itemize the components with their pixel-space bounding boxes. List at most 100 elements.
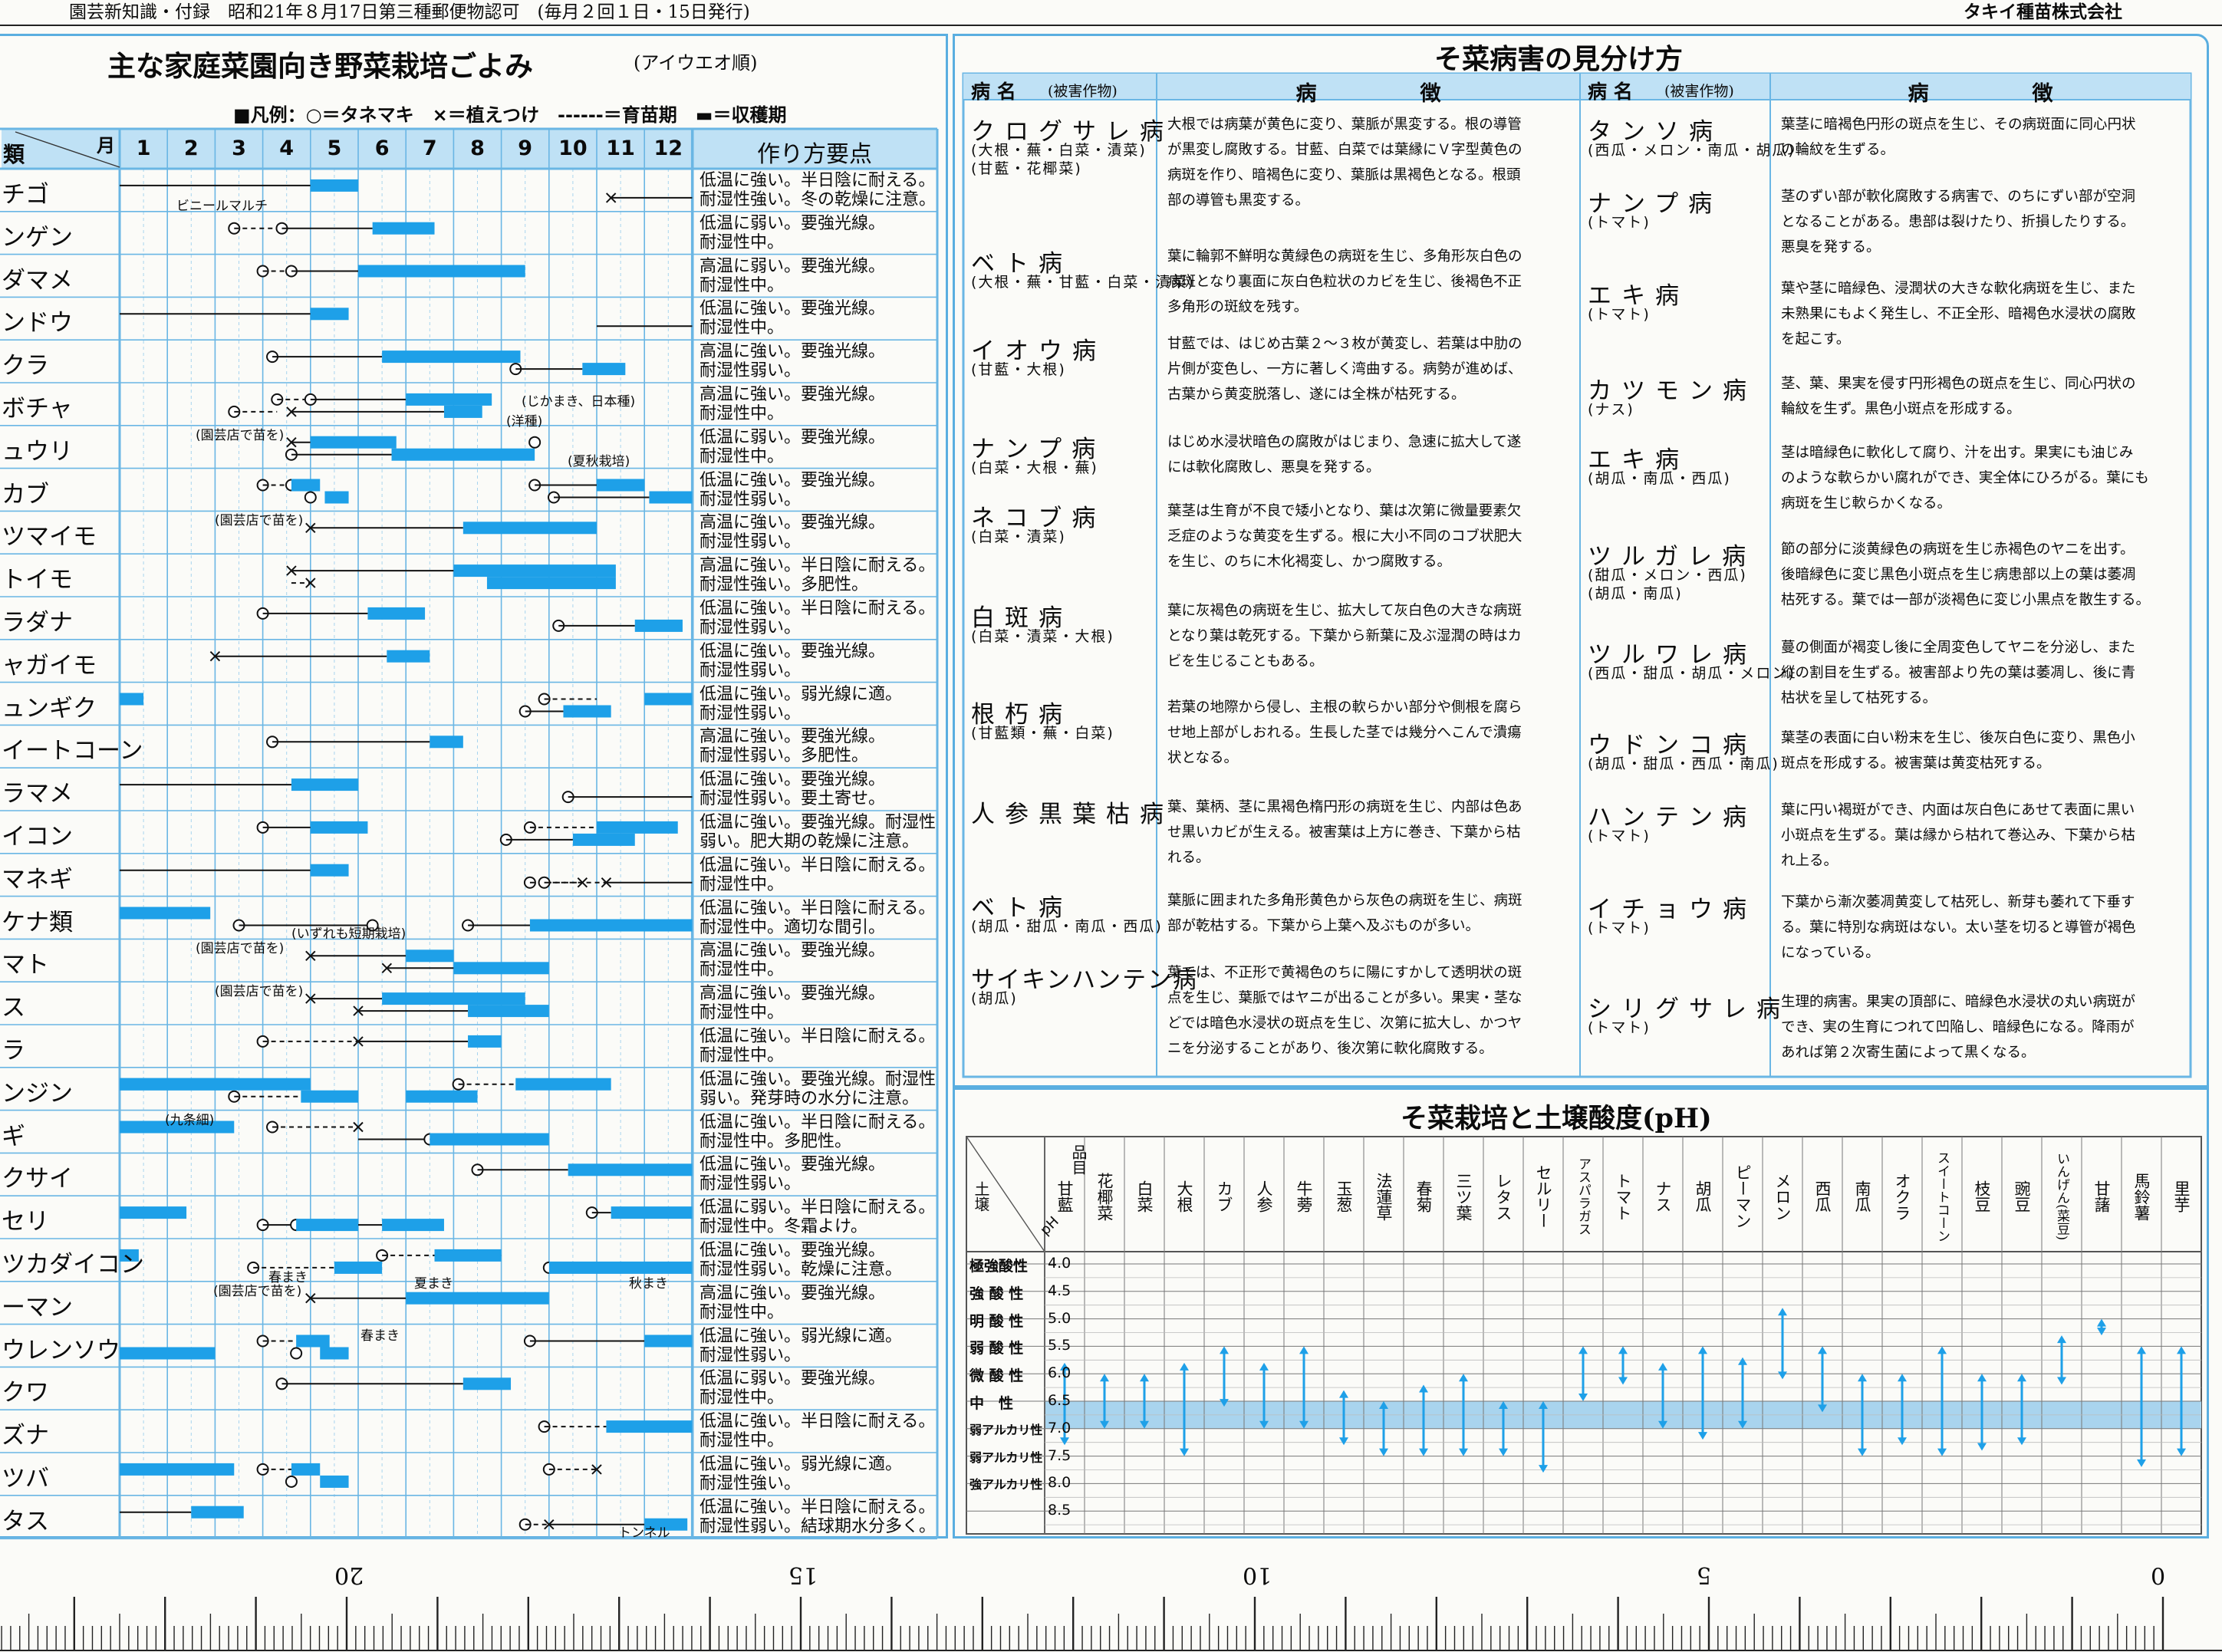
ph-range-arrow-low — [1937, 1346, 1947, 1354]
ph-range-arrow-high — [2137, 1459, 2146, 1467]
ph-range-arrow-high — [1419, 1448, 1428, 1456]
crop-name: ピーマン — [1733, 1164, 1752, 1229]
ph-range-arrow-high — [1180, 1448, 1189, 1456]
ph-range-arrow-low — [1858, 1374, 1867, 1382]
ph-value-label: 5.5 — [1048, 1337, 1071, 1354]
acidity-level-label: 弱アルカリ性 — [969, 1450, 1043, 1465]
ruler-number: 10 — [1243, 1562, 1272, 1588]
ph-range-arrow-low — [2137, 1346, 2146, 1354]
ph-range-arrow-low — [1459, 1374, 1468, 1382]
acidity-level-label: 弱アルカリ性 — [969, 1422, 1043, 1437]
ph-value-label: 7.5 — [1048, 1446, 1071, 1464]
crop-name: 甘藍 — [1055, 1180, 1074, 1213]
acidity-level-label: 中 性 — [969, 1395, 1014, 1412]
ph-range-arrow-low — [2057, 1335, 2066, 1344]
ph-value-label: 6.5 — [1048, 1392, 1071, 1409]
ph-range-arrow-low — [1259, 1362, 1269, 1371]
ph-value-label: 8.5 — [1048, 1502, 1071, 1519]
acidity-level-label: 強アルカリ性 — [969, 1477, 1043, 1492]
ph-range-arrow-low — [1618, 1346, 1628, 1354]
ph-range-arrow-high — [1977, 1443, 1987, 1451]
ph-range-arrow-low — [1778, 1308, 1787, 1316]
ph-value-label: 4.0 — [1048, 1255, 1071, 1272]
ph-range-arrow-high — [2177, 1448, 2186, 1456]
crop-name: 胡瓜 — [1694, 1180, 1712, 1213]
crop-name: トマト — [1614, 1172, 1632, 1221]
crop-name: いんげん(菜豆) — [2054, 1152, 2069, 1241]
ph-range-arrow-high — [1778, 1371, 1787, 1380]
ph-value-label: 7.0 — [1048, 1419, 1071, 1436]
crop-name: スイートコーン — [1934, 1150, 1950, 1242]
ruler — [0, 1597, 2222, 1651]
ph-chart — [966, 1136, 2202, 1535]
acidity-level-label: 強 酸 性 — [969, 1285, 1024, 1302]
ph-range-arrow-low — [2017, 1374, 2026, 1382]
ph-range-arrow-high — [1618, 1377, 1628, 1385]
ph-range-arrow-low — [1419, 1384, 1428, 1393]
ph-range-arrow-low — [1220, 1346, 1229, 1354]
ph-range-arrow-high — [2017, 1437, 2026, 1446]
acidity-level-label: 微 酸 性 — [969, 1367, 1024, 1385]
ph-range-arrow-low — [1698, 1346, 1707, 1354]
ph-value-label: 8.0 — [1048, 1474, 1071, 1492]
ruler-number: 15 — [788, 1562, 818, 1588]
ph-range-arrow-low — [2177, 1346, 2186, 1354]
crop-name: オクラ — [1893, 1172, 1911, 1221]
ph-range-arrow-low — [1898, 1374, 1907, 1382]
ph-value-label: 5.0 — [1048, 1309, 1071, 1327]
ph-range-arrow-high — [1937, 1448, 1947, 1456]
ph-range-arrow-high — [1898, 1437, 1907, 1446]
crop-name: 西瓜 — [1813, 1180, 1832, 1213]
crop-name: カブ — [1215, 1180, 1233, 1213]
crop-name: 人参 — [1255, 1180, 1273, 1213]
ph-range-arrow-high — [1858, 1448, 1867, 1456]
crop-name: 春菊 — [1414, 1180, 1433, 1213]
crop-name: 牛蒡 — [1295, 1180, 1313, 1213]
crop-name: 馬鈴薯 — [2132, 1172, 2151, 1221]
ph-range-arrow-low — [1658, 1362, 1667, 1371]
crop-name: 花椰菜 — [1095, 1172, 1114, 1221]
crop-name: ナス — [1654, 1180, 1672, 1213]
ph-range-arrow-low — [1818, 1346, 1827, 1354]
crop-name: 法蓮草 — [1374, 1172, 1393, 1221]
ph-range-arrow-low — [1100, 1374, 1109, 1382]
ph-range-arrow-high — [2097, 1328, 2106, 1336]
ph-range-arrow-high — [2057, 1377, 2066, 1385]
ph-range-arrow-low — [1738, 1357, 1747, 1365]
crop-name: 玉葱 — [1335, 1180, 1353, 1213]
ph-range-arrow-low — [1180, 1362, 1189, 1371]
crop-name: メロン — [1773, 1172, 1792, 1221]
ph-range-arrow-high — [1499, 1448, 1508, 1456]
crop-name: 白菜 — [1135, 1180, 1154, 1213]
ruler-number: 5 — [1697, 1562, 1712, 1588]
ph-range-arrow-high — [1459, 1448, 1468, 1456]
acidity-level-label: 極強酸性 — [969, 1258, 1029, 1275]
acidity-level-label: 明 酸 性 — [969, 1312, 1024, 1330]
ph-range-arrow-high — [1539, 1465, 1548, 1473]
ph-range-arrow-high — [1578, 1394, 1588, 1401]
crop-name: 豌豆 — [2013, 1180, 2031, 1213]
crop-name: 南瓜 — [1853, 1180, 1871, 1213]
crop-name: アスパラガス — [1575, 1157, 1591, 1236]
ph-range-arrow-high — [1060, 1437, 1069, 1446]
ph-range-arrow-high — [1339, 1437, 1348, 1446]
ph-value-label: 4.5 — [1048, 1282, 1071, 1299]
crop-name: 三ツ葉 — [1454, 1172, 1473, 1221]
ph-range-arrow-low — [2097, 1318, 2106, 1327]
ph-range-arrow-low — [1339, 1390, 1348, 1398]
ph-range-arrow-high — [1379, 1448, 1388, 1456]
crop-name: 甘藷 — [2092, 1180, 2111, 1213]
ph-range-arrow-high — [1698, 1432, 1707, 1440]
ph-range-arrow-low — [1977, 1374, 1987, 1382]
corner-label-soil: 土壌 — [972, 1181, 990, 1212]
ph-value-label: 6.0 — [1048, 1364, 1071, 1382]
crop-name: セルリー — [1534, 1164, 1552, 1229]
ph-range-arrow-low — [1578, 1346, 1588, 1354]
acidity-level-label: 弱 酸 性 — [969, 1340, 1024, 1357]
crop-name: 里芋 — [2172, 1180, 2191, 1213]
ruler-number: 0 — [2151, 1562, 2166, 1588]
ruler-number: 20 — [334, 1562, 364, 1588]
crop-name: 大根 — [1175, 1180, 1193, 1213]
crop-name: 枝豆 — [1973, 1180, 1991, 1213]
ph-range-arrow-low — [1299, 1346, 1309, 1354]
